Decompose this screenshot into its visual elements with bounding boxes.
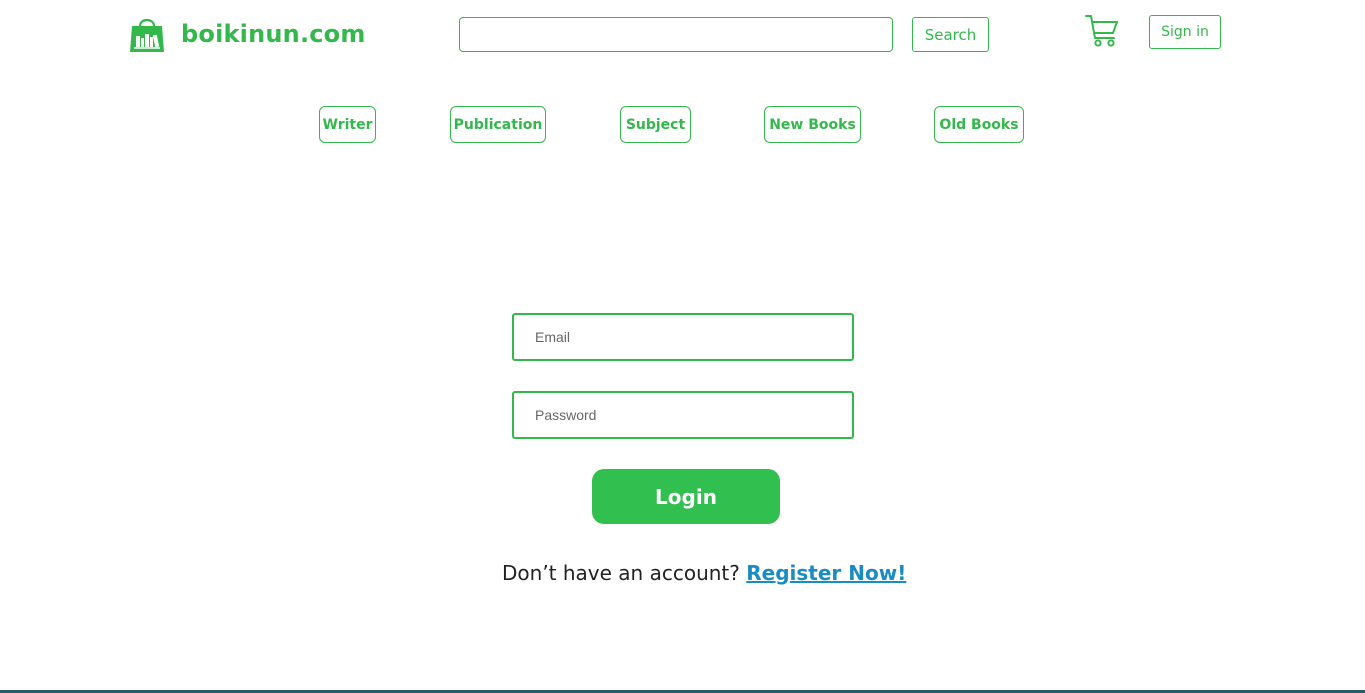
login-button[interactable]: Login (592, 469, 780, 524)
register-prompt-text: Don’t have an account? (502, 561, 740, 585)
shopping-bag-books-icon (130, 18, 164, 52)
register-now-link[interactable]: Register Now! (746, 561, 906, 585)
nav-item-new-books[interactable]: New Books (764, 106, 861, 143)
nav-item-writer[interactable]: Writer (319, 106, 376, 143)
nav-item-old-books[interactable]: Old Books (934, 106, 1024, 143)
site-logo[interactable]: boikinun.com (129, 14, 365, 54)
password-field[interactable] (512, 391, 854, 439)
search-button[interactable]: Search (912, 17, 989, 52)
cart-icon[interactable] (1084, 13, 1120, 49)
register-prompt-line: Don’t have an account? Register Now! (502, 561, 906, 585)
email-field[interactable] (512, 313, 854, 361)
nav-item-publication[interactable]: Publication (450, 106, 546, 143)
logo-text[interactable]: boikinun.com (181, 20, 366, 48)
search-input[interactable] (459, 17, 893, 52)
sign-in-button[interactable]: Sign in (1149, 15, 1221, 49)
nav-item-subject[interactable]: Subject (620, 106, 691, 143)
